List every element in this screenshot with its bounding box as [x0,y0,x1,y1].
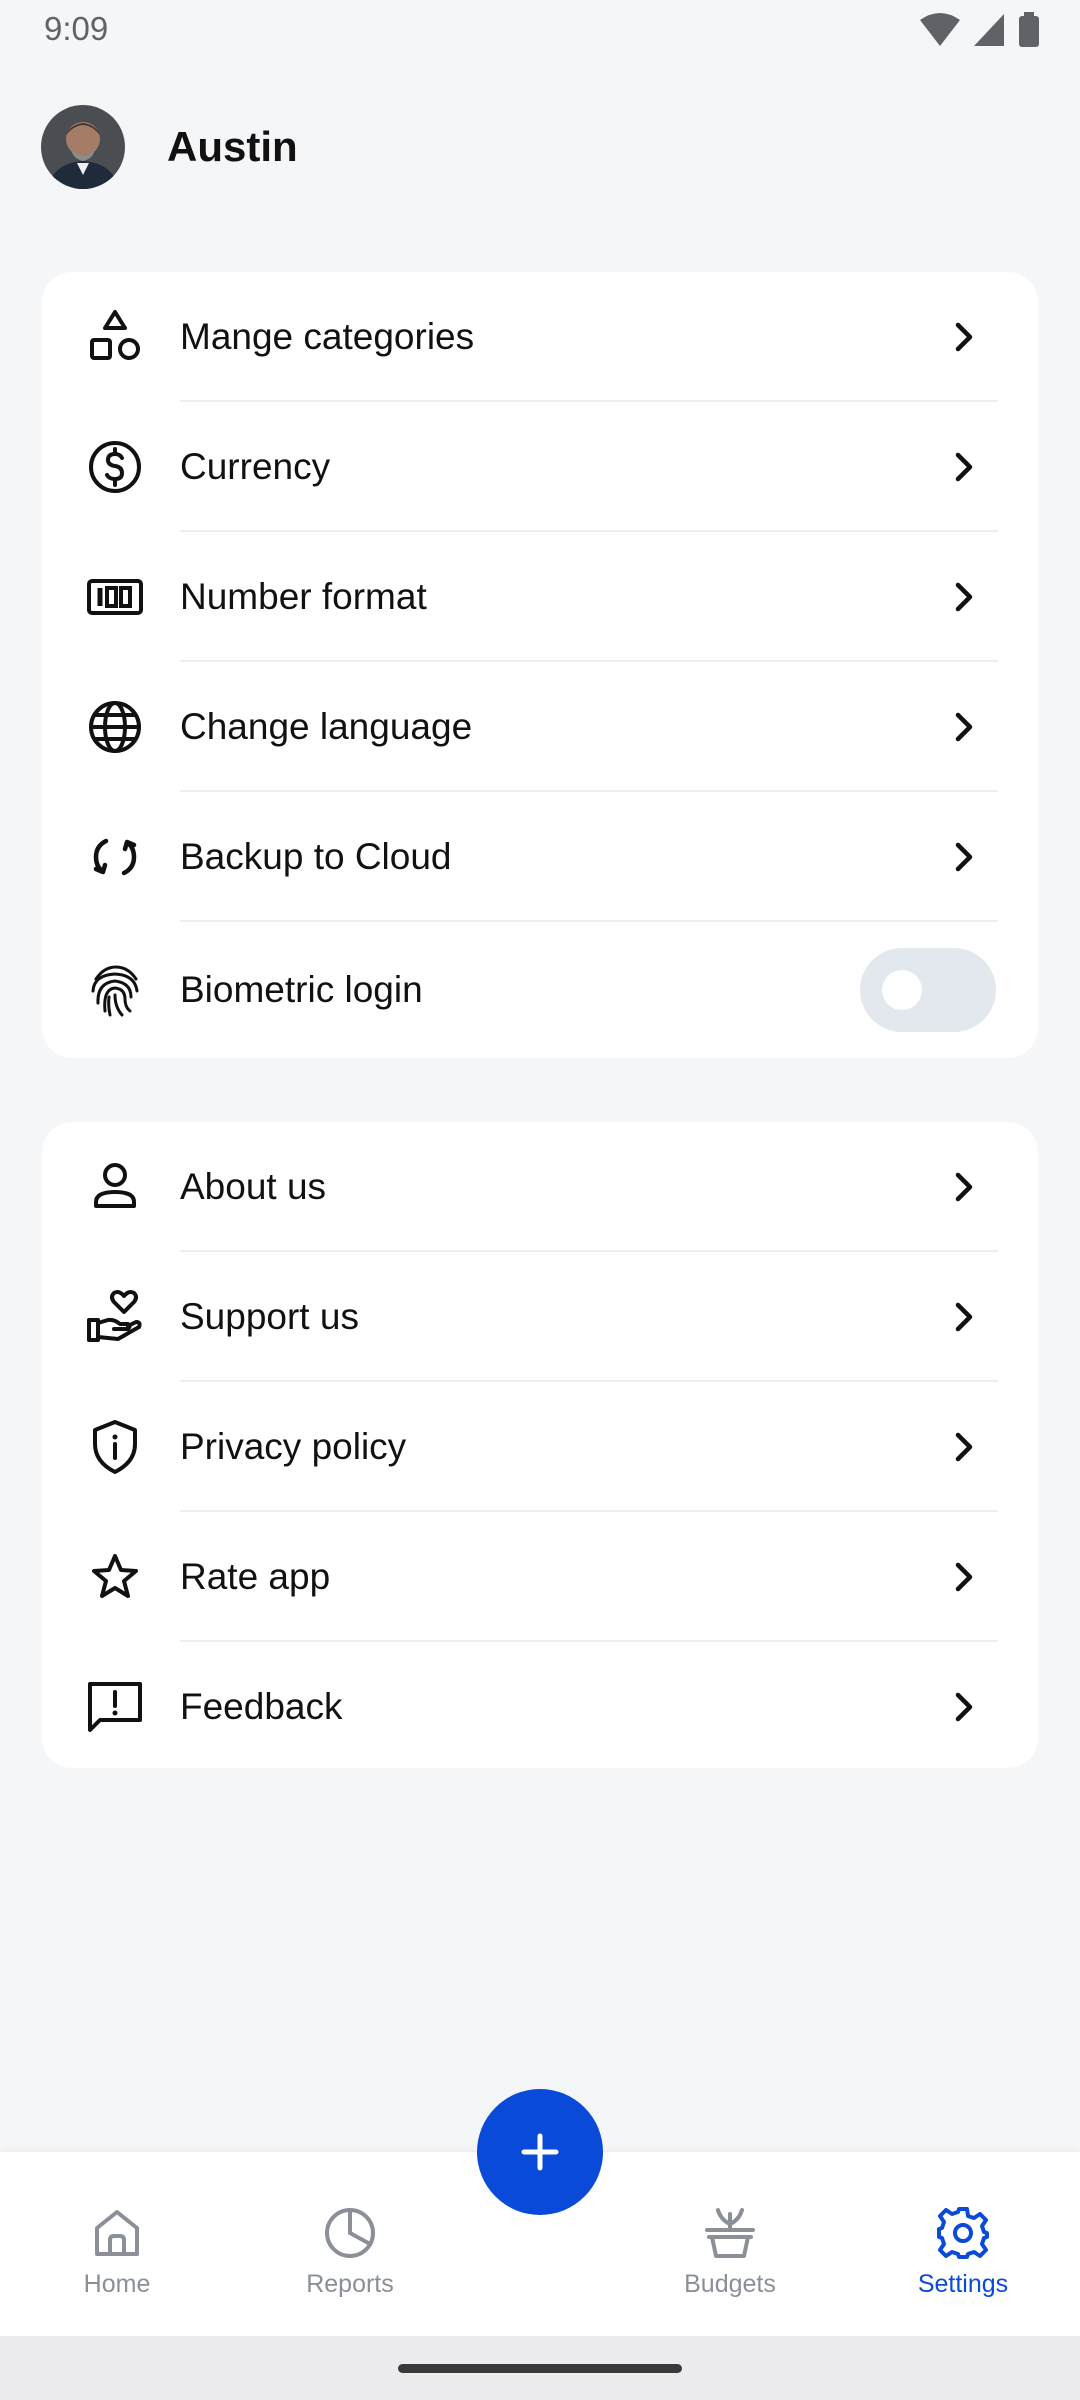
chevron-right-icon [955,1172,973,1202]
settings-card-about: About us Support us Privacy policy Rate … [42,1122,1038,1768]
chevron-right-icon [955,1692,973,1722]
row-label: Rate app [180,1556,331,1597]
profile-header[interactable]: Austin [41,104,298,190]
gesture-area [0,2336,1080,2400]
nav-home[interactable]: Home [37,2204,197,2299]
pie-chart-icon [325,2208,375,2258]
settings-row-rate-app[interactable]: Rate app [42,1512,1038,1642]
nav-label: Reports [306,2270,394,2298]
plant-pot-icon [705,2208,755,2258]
status-bar: 9:09 [0,0,1080,62]
wifi-icon [920,13,960,46]
avatar[interactable] [41,105,125,189]
star-icon [92,1554,138,1598]
row-label: Biometric login [180,969,423,1010]
nav-reports[interactable]: Reports [270,2204,430,2299]
cell-signal-icon [974,14,1004,46]
status-time: 9:09 [44,10,109,47]
battery-icon [1019,12,1039,47]
shield-info-icon [93,1420,137,1474]
nav-budgets[interactable]: Budgets [650,2204,810,2299]
settings-row-biometric-login: Biometric login [42,922,1038,1058]
settings-row-backup-cloud[interactable]: Backup to Cloud [42,792,1038,922]
nav-label: Budgets [684,2270,776,2298]
chevron-right-icon [955,1432,973,1462]
settings-row-privacy-policy[interactable]: Privacy policy [42,1382,1038,1512]
gear-icon [937,2207,989,2259]
person-icon [94,1163,136,1208]
chevron-right-icon [955,842,973,872]
row-label: Currency [180,446,331,487]
row-label: Feedback [180,1686,343,1727]
settings-row-about-us[interactable]: About us [42,1122,1038,1252]
status-icons [920,12,1040,48]
profile-name: Austin [167,123,298,170]
row-label: Support us [180,1296,359,1337]
chevron-right-icon [955,1302,973,1332]
gesture-handle[interactable] [398,2364,682,2373]
row-label: Backup to Cloud [180,836,452,877]
add-transaction-button[interactable] [477,2089,603,2215]
settings-card-general: Mange categories Currency Number format [42,272,1038,1058]
row-label: Privacy policy [180,1426,407,1467]
number-format-icon [87,579,143,615]
globe-icon [89,701,141,753]
chevron-right-icon [955,1562,973,1592]
toggle-knob [882,970,922,1010]
dollar-circle-icon [89,441,141,493]
settings-row-feedback[interactable]: Feedback [42,1642,1038,1772]
nav-settings[interactable]: Settings [883,2204,1043,2299]
row-label: Mange categories [180,316,475,357]
fingerprint-icon [91,965,139,1017]
chevron-right-icon [955,712,973,742]
settings-row-currency[interactable]: Currency [42,402,1038,532]
home-icon [95,2210,139,2256]
chevron-right-icon [955,322,973,352]
row-label: Change language [180,706,473,747]
settings-row-support-us[interactable]: Support us [42,1252,1038,1382]
hand-heart-icon [87,1290,142,1342]
settings-row-change-language[interactable]: Change language [42,662,1038,792]
settings-row-number-format[interactable]: Number format [42,532,1038,662]
plus-icon [521,2133,559,2171]
settings-row-manage-categories[interactable]: Mange categories [42,272,1038,402]
biometric-toggle[interactable] [860,948,996,1032]
shapes-icon [90,310,140,360]
chevron-right-icon [955,582,973,612]
sync-icon [93,838,137,876]
row-label: About us [180,1166,327,1207]
chevron-right-icon [955,452,973,482]
feedback-icon [88,1682,142,1732]
nav-label: Settings [917,2270,1009,2298]
row-label: Number format [180,576,427,617]
nav-label: Home [83,2270,151,2298]
